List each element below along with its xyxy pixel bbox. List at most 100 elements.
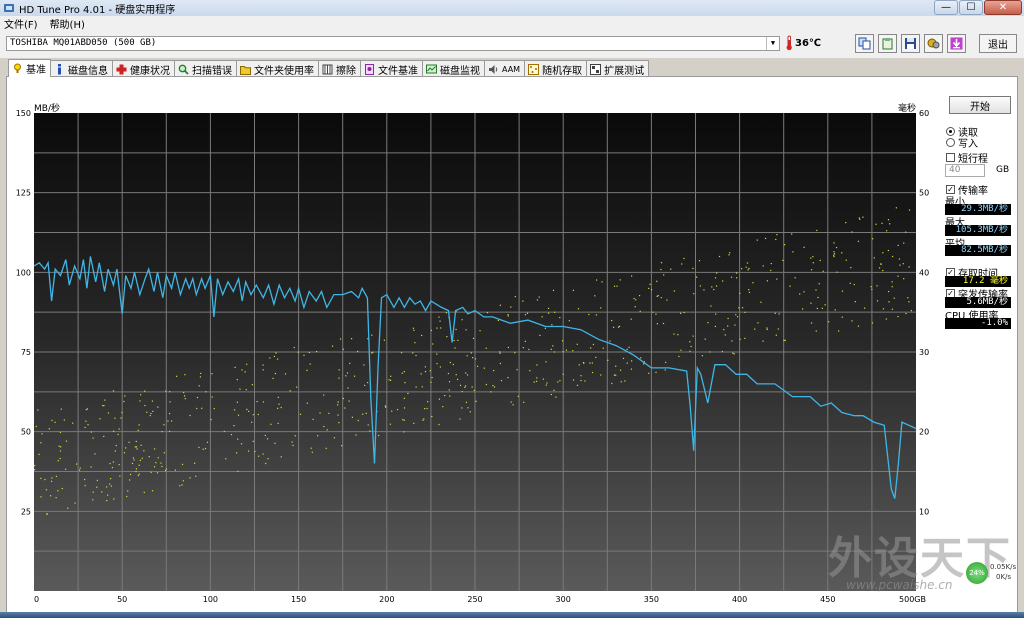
- access-time-point: [507, 314, 509, 316]
- access-time-point: [499, 362, 502, 365]
- access-time-point: [369, 430, 371, 432]
- access-time-point: [183, 395, 186, 397]
- access-time-point: [774, 312, 776, 314]
- access-time-point: [99, 418, 101, 420]
- access-time-point: [106, 500, 108, 502]
- access-time-point: [198, 385, 200, 387]
- access-time-point: [643, 363, 645, 365]
- access-time-point: [412, 352, 414, 354]
- benchmark-chart: 0 50 100 150 200 250 300 350 400 450 500GB 150 125 10…: [16, 102, 929, 604]
- access-time-point: [439, 320, 441, 322]
- access-time-point: [735, 272, 738, 274]
- access-time-point: [833, 255, 835, 258]
- access-time-point: [748, 291, 751, 293]
- tab-benchmark[interactable]: 基准: [8, 59, 51, 77]
- access-time-point: [50, 480, 53, 482]
- access-time-point: [746, 262, 749, 264]
- access-time-point: [497, 319, 499, 322]
- access-time-point: [507, 346, 509, 349]
- access-time-point: [349, 362, 351, 364]
- access-time-point: [161, 430, 163, 433]
- access-time-point: [618, 325, 621, 328]
- access-time-point: [469, 411, 471, 413]
- exit-button[interactable]: 退出: [979, 34, 1017, 53]
- access-time-point: [121, 411, 123, 414]
- access-time-point: [872, 238, 874, 240]
- access-time-point: [339, 338, 342, 340]
- access-time-point: [602, 347, 604, 349]
- access-time-point: [277, 358, 279, 360]
- access-time-point: [871, 322, 874, 324]
- radio-write-dot[interactable]: [946, 138, 955, 147]
- access-time-point: [429, 370, 431, 372]
- access-time-point: [595, 356, 597, 358]
- access-time-point: [553, 311, 556, 313]
- access-time-point: [84, 485, 86, 487]
- access-time-point: [522, 347, 524, 349]
- short-stroke-checkbox[interactable]: 短行程: [946, 150, 988, 165]
- short-stroke-box[interactable]: [946, 153, 955, 162]
- access-time-point: [85, 409, 87, 411]
- access-time-point: [461, 407, 463, 409]
- access-time-point: [908, 209, 911, 211]
- access-time-point: [660, 262, 663, 264]
- access-time-point: [211, 396, 213, 398]
- access-time-point: [727, 317, 729, 320]
- access-time-point: [153, 466, 156, 468]
- access-time-point: [740, 268, 743, 270]
- access-time-point: [225, 458, 227, 460]
- access-time-point: [415, 386, 417, 388]
- access-time-point: [280, 406, 282, 409]
- access-time-point: [150, 471, 152, 473]
- access-time-point: [875, 223, 877, 225]
- access-time-point: [357, 350, 359, 353]
- access-time-point: [331, 345, 334, 347]
- access-time-point: [51, 477, 53, 479]
- short-stroke-input[interactable]: 40: [945, 164, 985, 177]
- access-time-point: [448, 381, 451, 383]
- access-time-point: [857, 325, 860, 327]
- access-time-point: [155, 462, 157, 464]
- access-time-point: [845, 259, 847, 261]
- access-time-point: [628, 346, 630, 348]
- access-time-point: [679, 312, 682, 314]
- access-time-point: [456, 378, 459, 380]
- access-time-point: [252, 440, 254, 442]
- maximize-button[interactable]: ☐: [959, 0, 983, 15]
- access-time-point: [744, 311, 746, 313]
- gridlines: [34, 113, 916, 591]
- access-time-point: [372, 351, 374, 353]
- write-radio[interactable]: 写入: [946, 135, 978, 150]
- access-time-point: [289, 390, 291, 392]
- access-time-point: [810, 302, 812, 304]
- close-button[interactable]: ✕: [984, 0, 1022, 15]
- access-time-point: [730, 276, 733, 278]
- access-time-point: [459, 384, 462, 387]
- access-time-point: [125, 447, 127, 449]
- access-time-point: [277, 407, 279, 409]
- access-time-point: [171, 420, 173, 422]
- access-time-point: [284, 373, 287, 375]
- access-time-point: [693, 293, 695, 295]
- start-button[interactable]: 开始: [949, 96, 1011, 114]
- access-time-point: [57, 490, 59, 492]
- access-time-point: [775, 334, 777, 336]
- access-time-point: [85, 420, 87, 422]
- access-time-point: [630, 368, 633, 370]
- download-button[interactable]: [947, 34, 966, 53]
- access-time-point: [427, 401, 429, 403]
- access-time-point: [40, 477, 42, 479]
- access-time-point: [342, 348, 344, 350]
- access-time-point: [449, 361, 451, 364]
- access-time-point: [878, 267, 881, 269]
- access-time-point: [815, 330, 817, 332]
- access-time-point: [141, 457, 143, 459]
- access-time-point: [63, 419, 65, 421]
- access-time-point: [200, 372, 202, 375]
- access-time-point: [138, 473, 140, 475]
- access-time-point: [635, 299, 637, 301]
- access-time-point: [670, 268, 672, 270]
- access-time-point: [195, 475, 197, 477]
- access-time-point: [572, 350, 574, 352]
- access-time-point: [812, 262, 814, 264]
